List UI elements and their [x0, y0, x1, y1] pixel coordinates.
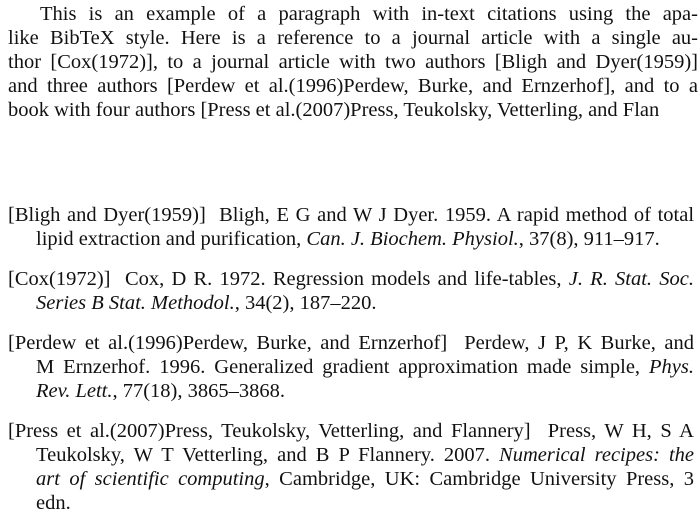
citation-key: [Cox(1972)]	[8, 268, 111, 290]
entry-text: Cox, D R. 1972. Regression models and li…	[124, 268, 569, 290]
citation-key: [Perdew et al.(1996)Perdew, Burke, and E…	[8, 332, 448, 354]
citation-key: [Bligh and Dyer(1959)]	[8, 204, 206, 226]
book-title: art of scientific computing	[36, 468, 265, 490]
entry-text: lipid extraction and purification,	[36, 228, 307, 250]
entry-text: , Cambridge, UK: Cambridge University Pr…	[264, 468, 695, 490]
entry-text: Bligh, E G and W J Dyer. 1959. A rapid m…	[219, 204, 695, 226]
body-paragraph: This is an example of a paragraph with i…	[8, 2, 698, 122]
bib-entry-press: [Press et al.(2007)Press, Teukolsky, Vet…	[8, 419, 694, 515]
paragraph-line: This is an example of a paragraph with i…	[40, 3, 698, 25]
entry-text: Teukolsky, W T Vetterling, and B P Flann…	[36, 444, 500, 466]
entry-text: , 37(8), 911–917.	[518, 228, 660, 250]
entry-text: Perdew, J P, K Burke, and	[464, 332, 695, 354]
citation-key: [Press et al.(2007)Press, Teukolsky, Vet…	[8, 420, 531, 442]
entry-text: M Ernzerhof. 1996. Generalized gradient …	[36, 356, 650, 378]
paragraph-line: thor [Cox(1972)], to a journal article w…	[8, 51, 698, 73]
journal-title: Series B Stat. Methodol.	[36, 292, 235, 314]
bibliography: [Bligh and Dyer(1959)] Bligh, E G and W …	[8, 203, 694, 531]
entry-text: Press, W H, S A	[547, 420, 694, 442]
entry-text: edn.	[36, 492, 71, 514]
journal-title: Can. J. Biochem. Physiol.	[306, 228, 519, 250]
book-title: Numerical recipes: the	[499, 444, 694, 466]
paragraph-line: like BibTeX style. Here is a reference t…	[8, 27, 698, 49]
entry-text: , 77(18), 3865–3868.	[112, 380, 285, 402]
journal-title: Rev. Lett.	[36, 380, 113, 402]
journal-title: Phys.	[649, 356, 694, 378]
paragraph-line: and three authors [Perdew et al.(1996)Pe…	[8, 75, 698, 97]
paragraph-line: book with four authors [Press et al.(200…	[8, 99, 660, 121]
entry-text: , 34(2), 187–220.	[234, 292, 377, 314]
bib-entry-bligh-dyer: [Bligh and Dyer(1959)] Bligh, E G and W …	[8, 203, 694, 251]
journal-title: J. R. Stat. Soc.	[568, 268, 695, 290]
bib-entry-perdew: [Perdew et al.(1996)Perdew, Burke, and E…	[8, 331, 694, 403]
bib-entry-cox: [Cox(1972)] Cox, D R. 1972. Regression m…	[8, 267, 694, 315]
